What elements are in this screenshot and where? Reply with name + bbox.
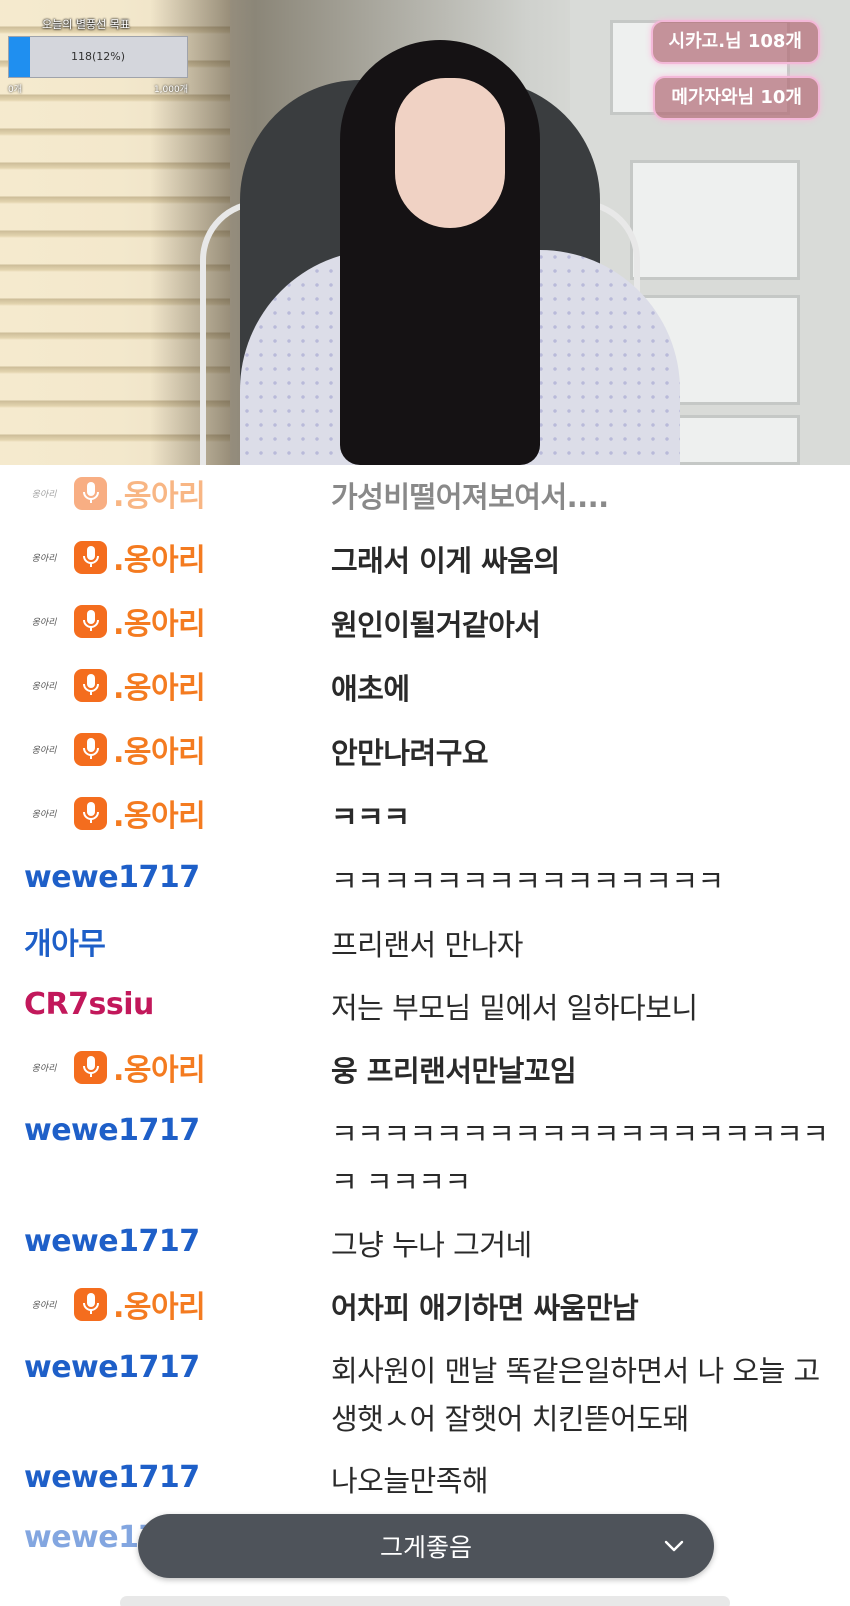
donation-badge: 메가자와님 10개 (653, 76, 820, 120)
goal-progress-bar: 118(12%) (8, 36, 188, 78)
bj-avatar: 옹아리 (31, 809, 57, 820)
bj-avatar: 옹아리 (31, 681, 57, 692)
chat-text: 안만나려구요 (331, 736, 489, 770)
bj-avatar: 옹아리 (31, 745, 57, 756)
chat-text: 회사원이 맨날 똑같은일하면서 나 오늘 고생햇ㅅ어 잘햇어 치킨뜯어도돼 (331, 1354, 820, 1436)
chat-nickname[interactable]: 개아무 (24, 919, 106, 963)
chat-nickname[interactable]: wewe1717 (24, 1113, 200, 1148)
chat-nickname[interactable]: .옹아리 (113, 791, 206, 835)
chat-sender[interactable]: CR7ssiu (24, 984, 154, 1024)
chat-nickname[interactable]: .옹아리 (113, 663, 206, 707)
bj-avatar: 옹아리 (31, 553, 57, 564)
microphone-icon (74, 668, 107, 702)
bj-avatar: 옹아리 (31, 617, 57, 628)
input-bar-edge (120, 1596, 730, 1606)
bj-avatar: 옹아리 (31, 1063, 57, 1074)
microphone-icon (74, 1050, 107, 1084)
microphone-icon (74, 1287, 107, 1321)
chat-sender[interactable]: 개아무 (24, 919, 106, 963)
chat-text: 그냥 누나 그거네 (331, 1228, 532, 1262)
chat-nickname[interactable]: .옹아리 (113, 599, 206, 643)
chevron-down-icon[interactable] (660, 1532, 688, 1560)
chat-nickname[interactable]: wewe1717 (24, 1224, 200, 1259)
video-player[interactable]: 오늘의 별풍선 목표 118(12%) 0개 1,000개 시카고.님 108개… (0, 0, 850, 465)
chat-sender[interactable]: 옹아리 .옹아리 (24, 727, 206, 771)
chat-text: 저는 부모님 밑에서 일하다보니 (331, 991, 698, 1025)
chat-text: ㅋㅋㅋㅋㅋㅋㅋㅋㅋㅋㅋㅋㅋㅋㅋ (331, 864, 724, 898)
goal-max: 1,000개 (153, 85, 188, 95)
chat-text: 애초에 (331, 672, 410, 706)
chat-text: ㅋㅋㅋㅋㅋㅋㅋㅋㅋㅋㅋㅋㅋㅋㅋㅋㅋㅋㅋㅋ ㅋㅋㅋㅋ (331, 1117, 829, 1199)
chat-text: 나오늘만족해 (331, 1464, 489, 1498)
chat-list[interactable]: 옹아리 .옹아리 가성비떨어져보여서.... 옹아리 .옹아리 그래서 이게 싸움의 옹아리… (0, 465, 850, 1606)
balloon-goal-widget: 오늘의 별풍선 목표 118(12%) 0개 1,000개 (4, 14, 190, 96)
chat-sender[interactable]: wewe1717 (24, 1347, 200, 1387)
microphone-icon (74, 604, 107, 638)
goal-value: 118(12%) (70, 50, 126, 63)
chat-text: ㅋㅋㅋ (331, 800, 410, 834)
chat-nickname[interactable]: CR7ssiu (24, 987, 154, 1022)
chat-nickname[interactable]: .옹아리 (113, 1282, 206, 1326)
latest-message-pill[interactable]: 그게좋음 (138, 1514, 714, 1578)
goal-min: 0개 (8, 85, 23, 95)
chat-sender[interactable]: wewe1717 (24, 857, 200, 897)
chat-sender[interactable]: 옹아리 .옹아리 (24, 1045, 206, 1089)
chat-nickname[interactable]: wewe1717 (24, 1460, 200, 1495)
chat-nickname[interactable]: .옹아리 (113, 535, 206, 579)
goal-title: 오늘의 별풍선 목표 (42, 18, 130, 31)
chat-sender[interactable]: 옹아리 .옹아리 (24, 663, 206, 707)
chat-sender[interactable]: 옹아리 .옹아리 (24, 599, 206, 643)
chat-nickname[interactable]: .옹아리 (113, 471, 206, 515)
chat-text: 프리랜서 만나자 (331, 928, 523, 962)
chat-sender[interactable]: 옹아리 .옹아리 (24, 535, 206, 579)
chat-nickname[interactable]: .옹아리 (113, 727, 206, 771)
chat-text: 그래서 이게 싸움의 (331, 544, 560, 578)
chat-nickname[interactable]: wewe1717 (24, 1350, 200, 1385)
chat-text: 가성비떨어져보여서.... (331, 480, 609, 514)
chat-sender[interactable]: wewe1717 (24, 1221, 200, 1261)
chat-sender[interactable]: wewe1717 (24, 1457, 200, 1497)
chat-sender[interactable]: 옹아리 .옹아리 (24, 1282, 206, 1326)
microphone-icon (74, 732, 107, 766)
chat-sender[interactable]: 옹아리 .옹아리 (24, 791, 206, 835)
bj-avatar: 옹아리 (31, 1300, 57, 1311)
latest-message-label: 그게좋음 (379, 1533, 472, 1562)
chat-text: 어차피 애기하면 싸움만남 (331, 1291, 639, 1325)
chat-sender[interactable]: 옹아리 .옹아리 (24, 471, 206, 515)
chat-sender[interactable]: wewe1717 (24, 1110, 200, 1150)
microphone-icon (74, 476, 107, 510)
microphone-icon (74, 540, 107, 574)
chat-text: 원인이될거같아서 (331, 608, 541, 642)
microphone-icon (74, 796, 107, 830)
donation-badge: 시카고.님 108개 (650, 20, 820, 64)
chat-nickname[interactable]: .옹아리 (113, 1045, 206, 1089)
bj-avatar: 옹아리 (31, 489, 57, 500)
chat-text: 웅 프리랜서만날꼬임 (331, 1054, 577, 1088)
streamer-face (395, 78, 505, 228)
chat-nickname[interactable]: wewe1717 (24, 860, 200, 895)
